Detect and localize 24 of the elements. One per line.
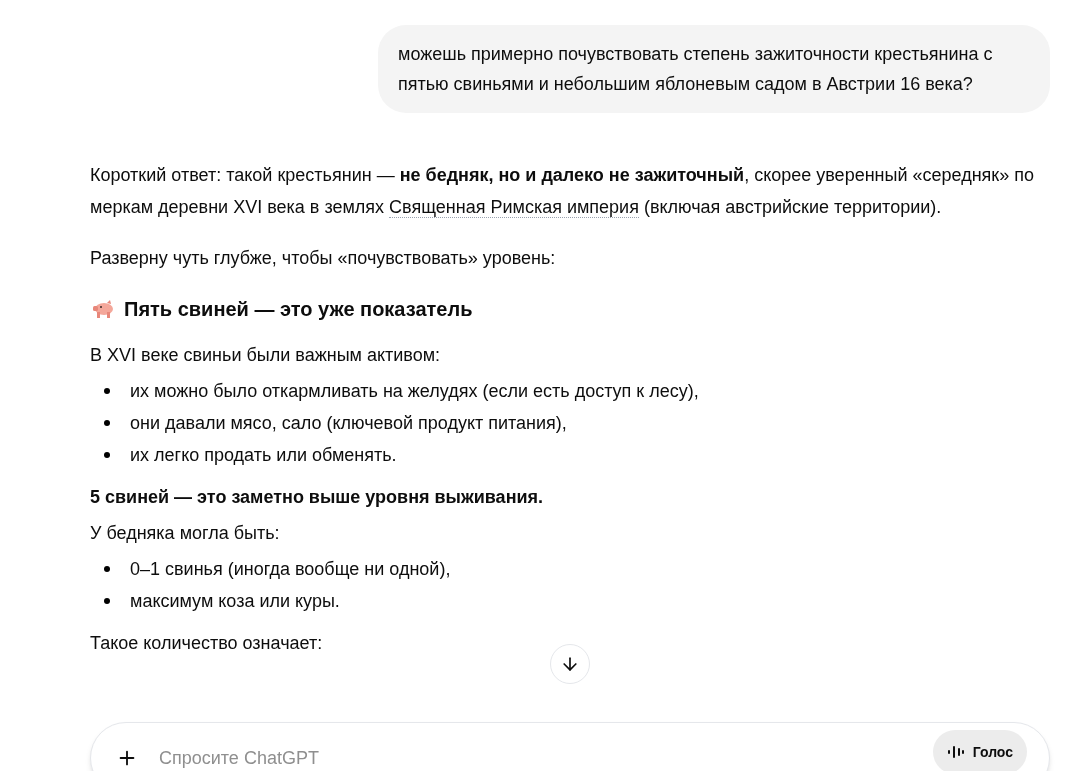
bullet-icon	[104, 452, 110, 458]
bullet-icon	[104, 420, 110, 426]
list-item: их легко продать или обменять.	[130, 443, 397, 467]
waveform-icon	[946, 745, 965, 759]
answer-paragraph: 5 свиней — это заметно выше уровня выживания.	[90, 486, 545, 509]
answer-paragraph: В XVI веке свиньи были важным активом:	[90, 344, 442, 367]
voice-button[interactable]: Голос	[932, 730, 1027, 771]
answer-paragraph: У бедняка могла быть:	[90, 522, 281, 545]
list-item: максимум коза или куры.	[130, 589, 340, 613]
bullet-icon	[104, 566, 110, 572]
user-message: можешь примерно почувствовать степень зажиточности крестьянина с пятью свиньями и небольшим яблоневым садом в Австрии 16 века?	[378, 25, 1050, 113]
list-item: их можно было откармливать на желудях (если есть доступ к лесу),	[130, 379, 699, 403]
answer-paragraph: Такое количество означает:	[90, 632, 324, 655]
list-item: 0–1 свинья (иногда вообще ни одной),	[130, 557, 451, 581]
section-heading: Пять свиней — это уже показатель	[124, 297, 473, 322]
bullet-icon	[104, 388, 110, 394]
answer-paragraph: Разверну чуть глубже, чтобы «почувствовать» уровень:	[90, 247, 557, 270]
bullet-icon	[104, 598, 110, 604]
list-item: они давали мясо, сало (ключевой продукт питания),	[130, 411, 567, 435]
message-field[interactable]: Спросите ChatGPT Голос	[90, 722, 1050, 771]
link[interactable]: Священная Римская империя	[389, 197, 639, 218]
pig-icon	[90, 299, 116, 319]
answer-paragraph: Короткий ответ: такой крестьянин — не бедняк, но и далеко не зажиточный, скорее уверенный «середняк» по меркам деревни XVI века в землях Священная Римская империя (включая австрийские территории).	[90, 164, 1035, 220]
scroll-down-button[interactable]	[550, 644, 590, 684]
